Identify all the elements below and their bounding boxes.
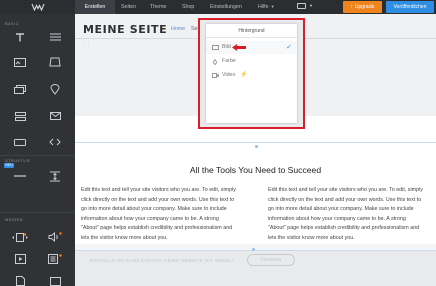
gallery-icon[interactable] bbox=[5, 80, 35, 98]
divider-icon[interactable] bbox=[5, 167, 35, 185]
section-boundary bbox=[75, 142, 436, 143]
weebly-logo-icon[interactable] bbox=[0, 0, 75, 14]
sidebar-divider bbox=[0, 212, 75, 213]
image-text-icon[interactable] bbox=[5, 53, 35, 71]
tab-shop[interactable]: Shop bbox=[176, 0, 204, 14]
section-handle-icon[interactable] bbox=[252, 248, 255, 251]
button-icon[interactable] bbox=[5, 133, 35, 151]
option-farbe[interactable]: Farbe bbox=[206, 55, 297, 68]
popup-divider bbox=[206, 37, 297, 38]
sidebar-divider bbox=[0, 155, 75, 156]
section-handle-icon[interactable] bbox=[255, 145, 258, 148]
section-heading-medien: MEDIEN bbox=[5, 217, 23, 222]
option-video[interactable]: Video ⚡ bbox=[206, 69, 297, 82]
document-icon[interactable] bbox=[40, 250, 70, 268]
audio-icon[interactable] bbox=[40, 228, 70, 246]
chevron-down-icon[interactable]: ▼ bbox=[309, 3, 313, 8]
tab-hilfe[interactable]: Hilfe ▼ bbox=[252, 0, 285, 14]
site-title[interactable]: MEINE SEITE bbox=[83, 23, 167, 36]
upgrade-button[interactable]: ↑ Upgrade bbox=[343, 1, 382, 13]
title-icon[interactable] bbox=[5, 28, 35, 46]
publish-button[interactable]: Veröffentlichen bbox=[386, 1, 434, 13]
tab-theme[interactable]: Theme bbox=[144, 0, 176, 14]
change-button[interactable]: ÄNDERN bbox=[247, 254, 295, 266]
paragraph-left[interactable]: Edit this text and tell your site visito… bbox=[81, 186, 237, 243]
popup-title: Hintergrund bbox=[238, 28, 265, 34]
form-icon[interactable] bbox=[5, 107, 35, 125]
nav-link-home[interactable]: Home bbox=[171, 26, 185, 32]
section-boundary bbox=[75, 250, 436, 251]
checkmark-icon: ✓ bbox=[286, 44, 292, 51]
tab-hilfe-label: Hilfe bbox=[258, 4, 269, 10]
site-footer: ERSTELLE SO GANZ EINFACH DEINE WEBSITE M… bbox=[75, 250, 436, 286]
tab-einstellungen[interactable]: Einstellungen bbox=[204, 0, 252, 14]
upgrade-bolt-icon: ⚡ bbox=[240, 72, 248, 78]
option-video-label: Video bbox=[222, 72, 236, 78]
tab-erstellen[interactable]: Erstellen bbox=[75, 0, 115, 14]
embed-icon[interactable] bbox=[40, 272, 70, 286]
paragraph-right[interactable]: Edit this text and tell your site visito… bbox=[268, 186, 424, 243]
highlight-frame: Hintergrund Bild ✓ Farbe Video ⚡ bbox=[198, 18, 305, 129]
monitor-icon[interactable] bbox=[297, 3, 306, 9]
main-tabs: Erstellen Seiten Theme Shop Einstellunge… bbox=[75, 0, 285, 14]
code-icon[interactable] bbox=[40, 133, 70, 151]
chevron-down-icon: ▼ bbox=[270, 4, 275, 9]
slideshow-icon[interactable] bbox=[5, 228, 35, 246]
arrow-left-icon bbox=[232, 44, 246, 53]
contact-icon[interactable] bbox=[40, 107, 70, 125]
top-bar: Erstellen Seiten Theme Shop Einstellunge… bbox=[0, 0, 436, 14]
option-bild-label: Bild bbox=[222, 44, 231, 50]
image-icon[interactable] bbox=[40, 53, 70, 71]
footer-text: ERSTELLE SO GANZ EINFACH DEINE WEBSITE M… bbox=[90, 258, 236, 263]
section-heading-basic: BASIC bbox=[5, 21, 20, 26]
video-icon[interactable] bbox=[5, 250, 35, 268]
file-icon[interactable] bbox=[5, 272, 35, 286]
tab-seiten[interactable]: Seiten bbox=[115, 0, 144, 14]
background-popup: Hintergrund Bild ✓ Farbe Video ⚡ bbox=[206, 24, 297, 123]
drag-handle-icon[interactable]: ⋮⋮ bbox=[81, 42, 91, 48]
video-icon bbox=[212, 73, 219, 78]
element-sidebar: BASIC STRUKTUR NEU MEDIEN bbox=[0, 14, 75, 286]
map-icon[interactable] bbox=[40, 80, 70, 98]
text-icon[interactable] bbox=[40, 28, 70, 46]
option-bild[interactable]: Bild ✓ bbox=[206, 41, 297, 54]
paint-icon bbox=[212, 58, 219, 66]
image-icon bbox=[212, 45, 219, 50]
spacer-icon[interactable] bbox=[40, 167, 70, 185]
option-farbe-label: Farbe bbox=[222, 58, 236, 64]
section-headline[interactable]: All the Tools You Need to Succeed bbox=[75, 165, 436, 175]
